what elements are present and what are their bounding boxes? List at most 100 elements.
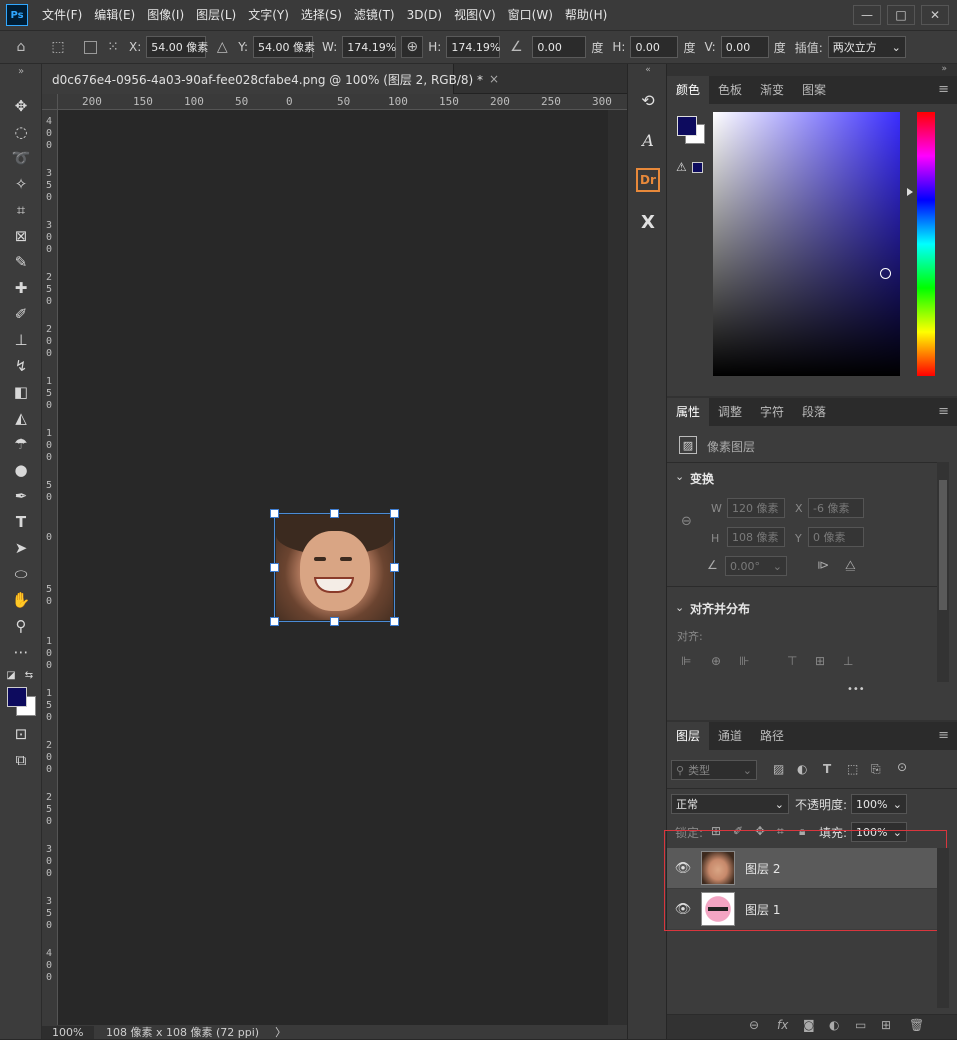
link-icon[interactable]: ⊕ — [401, 36, 424, 58]
width-scale-input[interactable]: 174.19% — [342, 36, 397, 58]
menu-file[interactable]: 文件(F) — [36, 0, 88, 30]
healing-brush-tool-icon[interactable]: ✚ — [8, 276, 34, 300]
hue-slider[interactable] — [917, 112, 935, 376]
tab-adjustments[interactable]: 调整 — [709, 398, 751, 426]
tab-character[interactable]: 字符 — [751, 398, 793, 426]
transform-handle-right[interactable] — [390, 563, 399, 572]
horizontal-skew-input[interactable]: 0.00 — [630, 36, 679, 58]
paint-bucket-tool-icon[interactable]: ◭ — [8, 406, 34, 430]
link-dimensions-icon[interactable]: ⊖ — [681, 514, 692, 529]
tab-swatches[interactable]: 色板 — [709, 76, 751, 104]
x-field[interactable]: -6 像素 — [808, 498, 864, 518]
adjustment-layer-icon[interactable]: ◐ — [829, 1018, 839, 1032]
align-center-h-icon[interactable]: ⊕ — [711, 654, 721, 668]
menu-3d[interactable]: 3D(D) — [401, 0, 448, 30]
maximize-button[interactable]: □ — [887, 5, 915, 25]
pen-tool-icon[interactable]: ✒ — [8, 484, 34, 508]
tab-layers[interactable]: 图层 — [667, 722, 710, 750]
filter-adjustment-icon[interactable]: ◐ — [797, 762, 807, 776]
delta-icon[interactable]: △ — [211, 36, 233, 58]
transform-handle-bottom[interactable] — [330, 617, 339, 626]
color-picker-field[interactable] — [713, 112, 900, 376]
character-panel-icon[interactable]: A — [636, 128, 660, 152]
transform-section-title[interactable]: 变换 — [690, 470, 714, 487]
link-layers-icon[interactable]: ⊖ — [749, 1018, 759, 1032]
close-window-button[interactable]: ✕ — [921, 5, 949, 25]
close-tab-icon[interactable]: × — [489, 72, 499, 86]
crop-tool-icon[interactable]: ⌗ — [8, 198, 34, 222]
vertical-skew-input[interactable]: 0.00 — [720, 36, 769, 58]
opacity-input[interactable]: 100% ⌄ — [851, 794, 907, 814]
ellipse-tool-icon[interactable]: ⬭ — [8, 562, 34, 586]
more-tools-icon[interactable]: ⋯ — [8, 640, 34, 664]
panel-collapse-icon[interactable]: » — [8, 64, 34, 78]
menu-view[interactable]: 视图(V) — [448, 0, 502, 30]
tab-gradients[interactable]: 渐变 — [751, 76, 793, 104]
flip-horizontal-icon[interactable]: ⧐ — [817, 558, 829, 572]
dodge-tool-icon[interactable]: ● — [8, 458, 34, 482]
more-options-icon[interactable]: ••• — [847, 684, 865, 695]
align-section-title[interactable]: 对齐并分布 — [690, 600, 750, 617]
zoom-level[interactable]: 100% — [42, 1025, 94, 1039]
tab-patterns[interactable]: 图案 — [793, 76, 835, 104]
dock-collapse-icon[interactable]: » — [941, 64, 947, 74]
height-scale-input[interactable]: 174.19% — [446, 36, 501, 58]
menu-filter[interactable]: 滤镜(T) — [348, 0, 401, 30]
menu-type[interactable]: 文字(Y) — [242, 0, 295, 30]
magic-wand-tool-icon[interactable]: ✧ — [8, 172, 34, 196]
transform-handle-bottom-left[interactable] — [270, 617, 279, 626]
x-position-input[interactable]: 54.00 像素 — [146, 36, 208, 58]
align-center-v-icon[interactable]: ⊞ — [815, 654, 825, 668]
document-tab[interactable]: d0c676e4-0956-4a03-90af-fee028cfabe4.png… — [42, 64, 499, 94]
reference-point-checkbox[interactable] — [84, 40, 97, 54]
history-panel-icon[interactable]: ⟲ — [636, 88, 660, 112]
new-group-icon[interactable]: ▭ — [855, 1018, 866, 1032]
panel-menu-icon[interactable]: ≡ — [938, 404, 949, 419]
menu-image[interactable]: 图像(I) — [141, 0, 190, 30]
web-safe-color-chip[interactable] — [692, 162, 703, 173]
transform-bounding-box[interactable] — [270, 509, 399, 626]
foreground-color-chip[interactable] — [677, 116, 697, 136]
layer-filter-select[interactable]: ⚲ 类型 ⌄ — [671, 760, 757, 780]
foreground-color-swatch[interactable] — [7, 687, 27, 707]
transform-tool-icon[interactable]: ⬚ — [47, 36, 69, 58]
filter-type-icon[interactable]: T — [823, 762, 831, 776]
status-menu-arrow[interactable]: 〉 — [275, 1024, 286, 1040]
filter-pixel-icon[interactable]: ▨ — [773, 762, 784, 776]
history-brush-tool-icon[interactable]: ↯ — [8, 354, 34, 378]
transform-handle-left[interactable] — [270, 563, 279, 572]
path-selection-tool-icon[interactable]: ➤ — [8, 536, 34, 560]
layers-scrollbar[interactable] — [937, 848, 949, 1008]
frame-tool-icon[interactable]: ⊠ — [8, 224, 34, 248]
tab-paragraph[interactable]: 段落 — [793, 398, 835, 426]
properties-scrollbar-thumb[interactable] — [939, 480, 947, 610]
transform-handle-bottom-right[interactable] — [390, 617, 399, 626]
panel-menu-icon[interactable]: ≡ — [938, 82, 949, 97]
eraser-tool-icon[interactable]: ◧ — [8, 380, 34, 404]
tab-channels[interactable]: 通道 — [709, 722, 751, 750]
menu-window[interactable]: 窗口(W) — [502, 0, 559, 30]
plugin-x-icon[interactable]: X — [636, 210, 660, 234]
transform-handle-top-right[interactable] — [390, 509, 399, 518]
y-position-input[interactable]: 54.00 像素 — [253, 36, 315, 58]
align-top-icon[interactable]: ⊤ — [787, 654, 797, 668]
tab-properties[interactable]: 属性 — [667, 398, 710, 426]
home-icon[interactable]: ⌂ — [10, 36, 32, 58]
clone-stamp-tool-icon[interactable]: ⊥ — [8, 328, 34, 352]
panel-menu-icon[interactable]: ≡ — [938, 728, 949, 743]
height-field[interactable]: 108 像素 — [727, 527, 785, 547]
menu-select[interactable]: 选择(S) — [295, 0, 348, 30]
layer-style-icon[interactable]: fx — [777, 1018, 788, 1032]
menu-layer[interactable]: 图层(L) — [190, 0, 242, 30]
zoom-tool-icon[interactable]: ⚲ — [8, 614, 34, 638]
collapse-arrows-icon[interactable]: « — [636, 64, 660, 76]
width-field[interactable]: 120 像素 — [727, 498, 785, 518]
angle-field[interactable]: 0.00° ⌄ — [725, 556, 787, 576]
rotation-input[interactable]: 0.00 — [532, 36, 587, 58]
blend-mode-select[interactable]: 正常 ⌄ — [671, 794, 789, 814]
tab-paths[interactable]: 路径 — [751, 722, 793, 750]
tab-color[interactable]: 颜色 — [667, 76, 710, 104]
quick-mask-icon[interactable]: ⊡ — [8, 722, 34, 746]
color-picker-cursor[interactable] — [880, 268, 891, 279]
plugin-dr-icon[interactable]: Dr — [636, 168, 660, 192]
